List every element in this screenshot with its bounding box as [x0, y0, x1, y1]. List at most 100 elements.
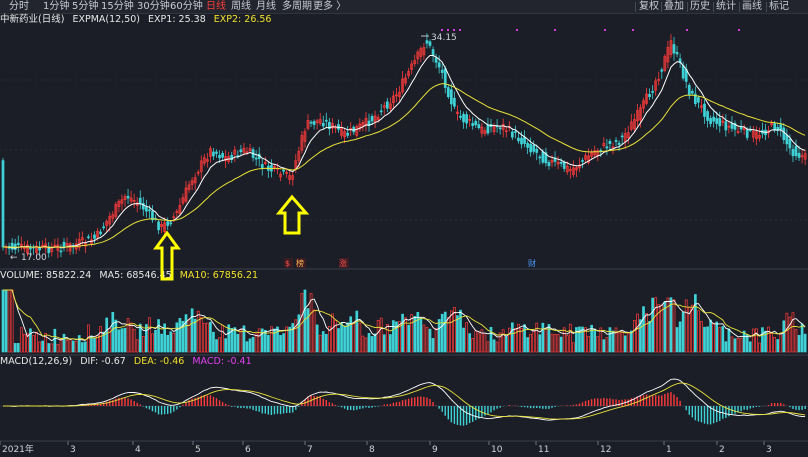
- volume-bar: [721, 326, 725, 353]
- volume-bar: [800, 323, 804, 353]
- candlestick-layer: [1, 33, 807, 259]
- volume-bar: [486, 341, 490, 353]
- volume-bar: [700, 321, 703, 353]
- volume-bar: [99, 326, 102, 353]
- stock-chart[interactable]: 34.15 ← 17.00 $ 榜 涨 财 2021年 3 4 5 6 7 8 9 10 11 12…: [0, 0, 808, 457]
- volume-bar: [321, 331, 325, 353]
- time-axis: 2021年 3 4 5 6 7 8 9 10 11 12 1 2 3: [0, 441, 772, 455]
- volume-bar: [291, 323, 295, 353]
- candle: [462, 113, 465, 123]
- candle: [169, 222, 173, 225]
- volume-bar: [50, 343, 54, 353]
- volume-bar: [340, 323, 343, 353]
- volume-bar: [7, 289, 11, 353]
- volume-bar: [754, 328, 758, 353]
- candle: [309, 121, 313, 124]
- volume-bar: [779, 332, 783, 353]
- volume-bar: [190, 308, 194, 353]
- volume-bar: [151, 333, 154, 353]
- macd-histogram-layer: [0, 392, 808, 426]
- axis-label-1: 3: [70, 445, 76, 455]
- volume-bar: [331, 313, 334, 353]
- volume-bar: [23, 334, 26, 353]
- volume-bar: [80, 342, 84, 353]
- event-marker-rise[interactable]: 涨: [339, 258, 347, 268]
- volume-bar: [529, 333, 533, 353]
- dif-line: [3, 378, 806, 421]
- volume-bar: [315, 324, 319, 353]
- event-marker-dividend[interactable]: $: [285, 259, 290, 268]
- candle: [514, 131, 517, 133]
- candle: [465, 114, 468, 124]
- volume-bar: [459, 309, 462, 353]
- candle: [477, 124, 481, 129]
- volume-bar: [758, 342, 761, 353]
- volume-bar: [254, 333, 258, 353]
- candle: [93, 234, 96, 239]
- axis-label-10: 12: [600, 445, 611, 455]
- candle: [785, 134, 789, 145]
- volume-bar: [727, 328, 731, 353]
- candle: [648, 94, 651, 98]
- volume-bar: [123, 327, 127, 353]
- volume-bar: [288, 326, 292, 353]
- volume-bar: [196, 310, 200, 353]
- axis-label-7: 9: [432, 445, 438, 455]
- candle: [608, 140, 612, 145]
- low-price-label: ←: [10, 253, 18, 263]
- volume-bar: [218, 337, 221, 353]
- volume-bar: [358, 322, 362, 353]
- volume-bar: [437, 319, 441, 353]
- volume-bar: [343, 325, 346, 353]
- candle: [254, 157, 258, 160]
- candle: [559, 161, 563, 164]
- volume-bar: [636, 313, 639, 353]
- volume-bar: [654, 297, 658, 353]
- candle: [605, 146, 609, 149]
- volume-bar: [693, 294, 697, 353]
- volume-bar: [245, 341, 249, 353]
- volume-bar: [712, 322, 716, 353]
- candle: [532, 144, 536, 152]
- candle: [529, 143, 533, 153]
- volume-bar: [184, 314, 188, 353]
- candle: [425, 40, 429, 44]
- volume-bar: [19, 327, 23, 353]
- candle: [324, 119, 328, 122]
- volume-bar: [129, 322, 133, 353]
- volume-bar: [248, 338, 252, 353]
- volume-bar: [166, 334, 170, 353]
- candle: [370, 115, 374, 122]
- volume-bar: [318, 334, 322, 353]
- arrow-annotation-1: [153, 230, 181, 281]
- candle: [443, 68, 447, 88]
- volume-bar: [212, 331, 215, 353]
- volume-bar: [675, 327, 679, 353]
- candle: [126, 195, 130, 199]
- candle: [535, 148, 539, 153]
- volume-bar: [468, 333, 471, 353]
- volume-bar: [56, 344, 60, 353]
- candle: [157, 221, 160, 231]
- indicator-lines-layer: [2, 55, 806, 421]
- volume-bar: [93, 337, 96, 353]
- volume-bar: [419, 317, 423, 353]
- volume-bar: [617, 332, 621, 353]
- volume-bar: [745, 334, 749, 353]
- volume-bar: [681, 311, 685, 353]
- volume-bar: [367, 333, 371, 353]
- volume-bar: [221, 325, 224, 353]
- axis-label-3: 5: [195, 445, 201, 455]
- volume-bar: [206, 322, 209, 353]
- candle: [16, 242, 20, 245]
- candle: [730, 123, 734, 129]
- volume-bar: [507, 327, 511, 353]
- candle: [166, 221, 170, 226]
- candle: [681, 65, 685, 79]
- candle: [782, 127, 786, 141]
- volume-bar: [440, 313, 444, 353]
- event-marker-rank[interactable]: 榜: [296, 258, 304, 268]
- volume-bar: [748, 341, 752, 353]
- candle: [321, 122, 325, 127]
- event-marker-finance[interactable]: 财: [528, 258, 536, 268]
